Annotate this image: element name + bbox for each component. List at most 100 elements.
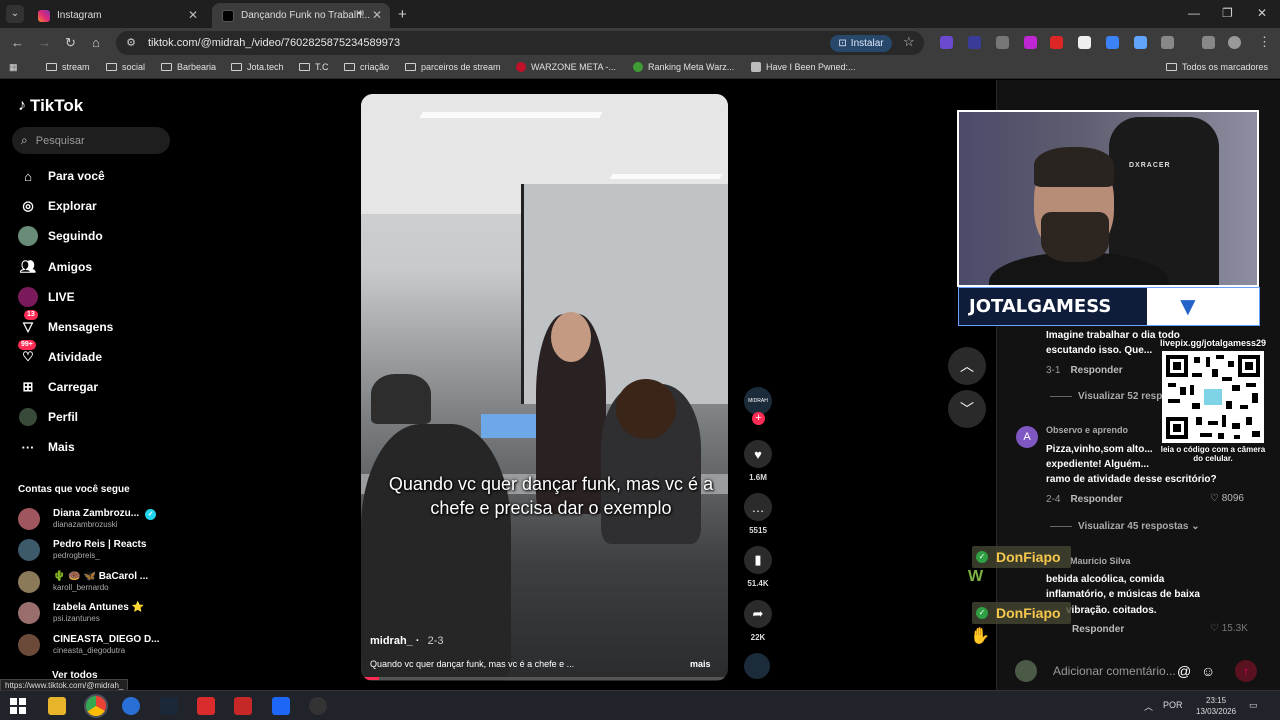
close-tab-icon[interactable]: ✕ (188, 8, 198, 22)
sound-avatar-button[interactable] (744, 653, 772, 679)
reload-icon[interactable]: ↻ (65, 35, 76, 51)
following-account[interactable]: Izabela Antunes ⭐ psi.izantunes (18, 602, 144, 624)
nav-live[interactable]: LIVE (18, 287, 75, 307)
tab-search-button[interactable]: ⌄ (6, 5, 24, 23)
nav-explorar[interactable]: ◎ Explorar (18, 196, 96, 216)
share-button[interactable]: ➦ 22K (744, 600, 772, 642)
back-icon[interactable]: ← (11, 35, 24, 50)
video-progress-bar[interactable] (361, 677, 728, 680)
windows-start-icon[interactable] (10, 698, 26, 714)
comment-avatar[interactable]: A (1016, 426, 1038, 448)
install-icon: ⊡ (838, 38, 847, 49)
bookmark-folder[interactable]: Jota.tech (231, 62, 284, 72)
extension-icon[interactable] (1078, 36, 1091, 49)
mention-icon[interactable]: @ (1177, 663, 1191, 679)
search-input[interactable]: ⌕ Pesquisar (12, 127, 170, 154)
bookmark-folder[interactable]: parceiros de stream (405, 62, 501, 72)
notifications-icon[interactable]: ▭ (1249, 700, 1258, 711)
chrome-icon[interactable] (84, 694, 108, 718)
save-button[interactable]: ▮ 51.4K (744, 546, 772, 588)
send-icon[interactable]: ↑ (1235, 660, 1257, 682)
bookmark-folder[interactable]: T.C (299, 62, 329, 72)
nav-amigos[interactable]: 👥︎ Amigos (18, 257, 92, 277)
following-account[interactable]: Diana Zambrozu... ✓ dianazambrozuski (18, 508, 157, 530)
bookmark-folder[interactable]: criação (344, 62, 389, 72)
file-explorer-icon[interactable] (48, 697, 66, 715)
speaker-icon[interactable]: 🔊︎ (358, 8, 364, 19)
nav-seguindo[interactable]: Seguindo (18, 226, 103, 246)
bookmark-icon: ▮ (744, 546, 772, 574)
bookmark-link[interactable]: Ranking Meta Warz... (633, 62, 734, 72)
app-icon[interactable] (197, 697, 215, 715)
tiktok-logo[interactable]: ♪ TikTok (18, 96, 83, 116)
system-clock[interactable]: 23:15 13/03/2026 (1196, 695, 1236, 717)
emoji-icon[interactable]: ☺ (1201, 663, 1215, 679)
tab-instagram[interactable]: Instagram ✕ (28, 3, 206, 28)
comment-like-button[interactable]: ♡ 8096 (1210, 493, 1244, 504)
apps-grid-icon[interactable]: ▦ (9, 62, 18, 73)
reply-button[interactable]: Responder (1072, 624, 1124, 635)
following-account[interactable]: 🌵 🍩 🦋 BaCarol ... karoll_bernardo (18, 571, 148, 593)
extension-icon[interactable] (1134, 36, 1147, 49)
bookmark-star-icon[interactable]: ☆ (903, 34, 915, 50)
bookmark-folder[interactable]: Barbearia (161, 62, 216, 72)
previous-video-button[interactable]: ︿ (948, 347, 986, 385)
app-icon[interactable] (234, 697, 252, 715)
comment-author[interactable]: Observo e aprendo (1046, 423, 1128, 438)
like-button[interactable]: ♥ 1.6M (744, 440, 772, 482)
nav-para-voce[interactable]: ⌂ Para você (18, 166, 105, 186)
video-author[interactable]: midrah_ · 2-3 (370, 635, 443, 647)
home-icon[interactable]: ⌂ (92, 35, 100, 50)
nav-mensagens[interactable]: ▽ 13 Mensagens (18, 310, 113, 337)
nav-mais[interactable]: ··· Mais (18, 437, 75, 457)
site-info-icon[interactable]: ⚙ (124, 36, 138, 50)
comment-like-button[interactable]: ♡ 15.3K (1210, 623, 1248, 634)
extension-icon[interactable] (1050, 36, 1063, 49)
forward-icon[interactable]: → (38, 35, 51, 50)
video-player[interactable]: Quando vc quer dançar funk, mas vc é a c… (361, 94, 728, 681)
tray-chevron-icon[interactable]: ︿ (1144, 700, 1153, 713)
restore-button[interactable]: ❐ (1222, 6, 1233, 20)
follow-plus-icon[interactable]: + (752, 412, 765, 425)
extension-icon[interactable] (940, 36, 953, 49)
extension-icon[interactable] (968, 36, 981, 49)
extensions-puzzle-icon[interactable] (1161, 36, 1174, 49)
comment-author[interactable]: Maurício Silva (1070, 554, 1131, 569)
nav-atividade[interactable]: ♡ 99+ Atividade (18, 340, 102, 367)
menu-kebab-icon[interactable]: ⋮ (1258, 34, 1271, 50)
profile-avatar-icon[interactable] (1228, 36, 1241, 49)
comment-input[interactable]: Adicionar comentário... (1053, 664, 1176, 678)
app-icon[interactable] (272, 697, 290, 715)
extension-icon[interactable] (996, 36, 1009, 49)
reply-button[interactable]: Responder (1070, 494, 1122, 505)
bookmark-folder[interactable]: social (106, 62, 145, 72)
minimize-button[interactable]: — (1188, 6, 1200, 20)
install-app-button[interactable]: ⊡ Instalar (830, 35, 892, 52)
next-video-button[interactable]: ﹀ (948, 390, 986, 428)
comment-button[interactable]: … 5515 (744, 493, 772, 535)
media-controls-icon[interactable] (1202, 36, 1215, 49)
bookmark-link[interactable]: Have I Been Pwned:... (751, 62, 856, 72)
close-window-button[interactable]: ✕ (1257, 6, 1267, 20)
tab-tiktok[interactable]: Dançando Funk no Trabalh... 🔊︎ ✕ (212, 3, 390, 28)
app-icon[interactable] (122, 697, 140, 715)
language-indicator[interactable]: POR (1163, 700, 1183, 710)
new-tab-button[interactable]: + (398, 6, 407, 23)
all-bookmarks[interactable]: Todos os marcadores (1166, 62, 1268, 72)
nav-perfil[interactable]: Perfil (18, 407, 78, 427)
steam-icon[interactable] (160, 697, 178, 715)
address-bar[interactable]: ⚙ tiktok.com/@midrah_/video/760282587523… (116, 31, 924, 55)
following-account[interactable]: CINEASTA_DIEGO D... cineasta_diegodutra (18, 634, 160, 656)
app-icon[interactable] (309, 697, 327, 715)
bookmark-link[interactable]: WARZONE META -... (516, 62, 616, 72)
nav-carregar[interactable]: ⊞ Carregar (18, 377, 98, 397)
reply-button[interactable]: Responder (1070, 365, 1122, 376)
close-tab-icon[interactable]: ✕ (372, 8, 382, 22)
view-replies-button[interactable]: Visualizar 45 respostas ⌄ (1050, 521, 1200, 532)
bookmark-folder[interactable]: stream (46, 62, 90, 72)
video-more-button[interactable]: mais (690, 659, 711, 669)
author-avatar-button[interactable]: MIDRAH (744, 387, 772, 415)
extension-icon[interactable] (1024, 36, 1037, 49)
following-account[interactable]: Pedro Reis | Reacts pedrogbreis_ (18, 539, 146, 561)
extension-icon[interactable] (1106, 36, 1119, 49)
